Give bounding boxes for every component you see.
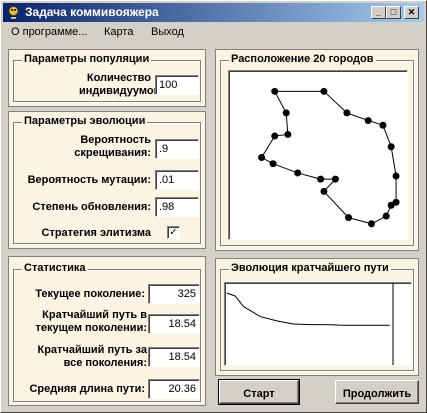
city-point xyxy=(284,130,292,138)
start-button[interactable]: Старт xyxy=(218,379,300,405)
city-point xyxy=(269,160,277,168)
elitism-checkbox[interactable]: ✓ xyxy=(167,226,180,239)
close-button[interactable]: ✕ xyxy=(404,6,419,19)
shortest-current-label: Кратчайший путь в текущем поколении: xyxy=(35,309,147,334)
city-point xyxy=(317,175,325,183)
window-title: Задача коммивояжера xyxy=(25,5,159,19)
map-panel: Расположение 20 городов xyxy=(215,49,419,251)
route-map-chart xyxy=(228,70,408,240)
shortest-path-chart xyxy=(224,282,412,366)
minimize-button[interactable]: _ xyxy=(371,6,386,19)
route-segment xyxy=(261,135,276,158)
maximize-button[interactable]: □ xyxy=(386,6,401,19)
elitism-label: Стратегия элитизма xyxy=(41,227,152,239)
evolution-panel: Параметры эволюции Вероятность скрещиван… xyxy=(8,111,206,249)
city-point xyxy=(345,214,353,222)
city-point xyxy=(343,109,351,117)
update-rate-input[interactable] xyxy=(155,197,199,217)
city-point xyxy=(331,175,339,183)
minimize-icon: _ xyxy=(375,7,381,17)
mutation-label: Вероятность мутации: xyxy=(27,174,151,186)
title-bar[interactable]: Задача коммивояжера _ □ ✕ xyxy=(3,3,424,22)
city-point xyxy=(271,132,279,140)
city-point xyxy=(320,187,328,195)
statistics-title: Статистика xyxy=(22,262,88,274)
shortest-path-line xyxy=(226,292,390,326)
city-point xyxy=(258,154,266,162)
mutation-input[interactable] xyxy=(155,170,199,190)
shortest-current-value xyxy=(148,314,200,334)
route-segment xyxy=(274,91,287,114)
check-icon: ✓ xyxy=(169,227,178,238)
city-point xyxy=(294,169,302,177)
app-icon xyxy=(8,6,19,20)
shortest-all-value xyxy=(148,347,200,367)
crossover-input[interactable] xyxy=(155,139,199,159)
avg-length-value xyxy=(148,379,200,399)
route-segment xyxy=(323,90,348,114)
route-segment xyxy=(272,163,298,174)
population-panel: Параметры популяции Количество индивидуу… xyxy=(8,49,206,107)
city-point xyxy=(364,117,372,125)
population-count-input[interactable] xyxy=(155,75,199,95)
city-point xyxy=(271,87,279,95)
continue-button-label: Продолжить xyxy=(342,388,412,400)
evolution-chart-panel: Эволюция кратчайшего пути xyxy=(215,258,419,376)
avg-length-label: Средняя длина пути: xyxy=(29,383,145,395)
continue-button[interactable]: Продолжить xyxy=(335,380,419,404)
menu-exit[interactable]: Выход xyxy=(151,26,184,38)
city-point xyxy=(392,172,400,180)
city-point xyxy=(282,109,290,117)
city-point xyxy=(367,220,375,228)
route-segment xyxy=(297,172,321,180)
evolution-title: Параметры эволюции xyxy=(22,115,148,127)
statistics-panel: Статистика Текущее поколение: Кратчайший… xyxy=(8,256,206,406)
generation-label: Текущее поколение: xyxy=(35,288,145,300)
update-rate-label: Степень обновления: xyxy=(32,201,151,213)
evolution-chart-title: Эволюция кратчайшего пути xyxy=(229,262,391,274)
route-segment xyxy=(390,146,397,177)
city-point xyxy=(387,143,395,151)
route-segment xyxy=(323,191,349,218)
app-window: Задача коммивояжера _ □ ✕ О программе...… xyxy=(0,0,427,413)
start-button-label: Старт xyxy=(243,388,275,400)
menu-about[interactable]: О программе... xyxy=(11,26,87,38)
population-count-label: Количество индивидуумов: xyxy=(79,72,165,97)
shortest-all-label: Кратчайший путь за все поколения: xyxy=(37,344,148,369)
generation-value xyxy=(148,284,200,304)
crossover-label: Вероятность скрещивания: xyxy=(74,134,151,159)
menu-bar: О программе... Карта Выход xyxy=(3,23,424,42)
map-title: Расположение 20 городов xyxy=(229,53,376,65)
city-point xyxy=(387,201,395,209)
city-point xyxy=(379,121,387,129)
city-point xyxy=(382,212,390,220)
maximize-icon: □ xyxy=(390,7,397,17)
population-title: Параметры популяции xyxy=(22,53,152,65)
close-icon: ✕ xyxy=(407,7,416,17)
city-point xyxy=(320,87,328,95)
route-segment xyxy=(348,217,372,225)
menu-map[interactable]: Карта xyxy=(104,26,133,38)
